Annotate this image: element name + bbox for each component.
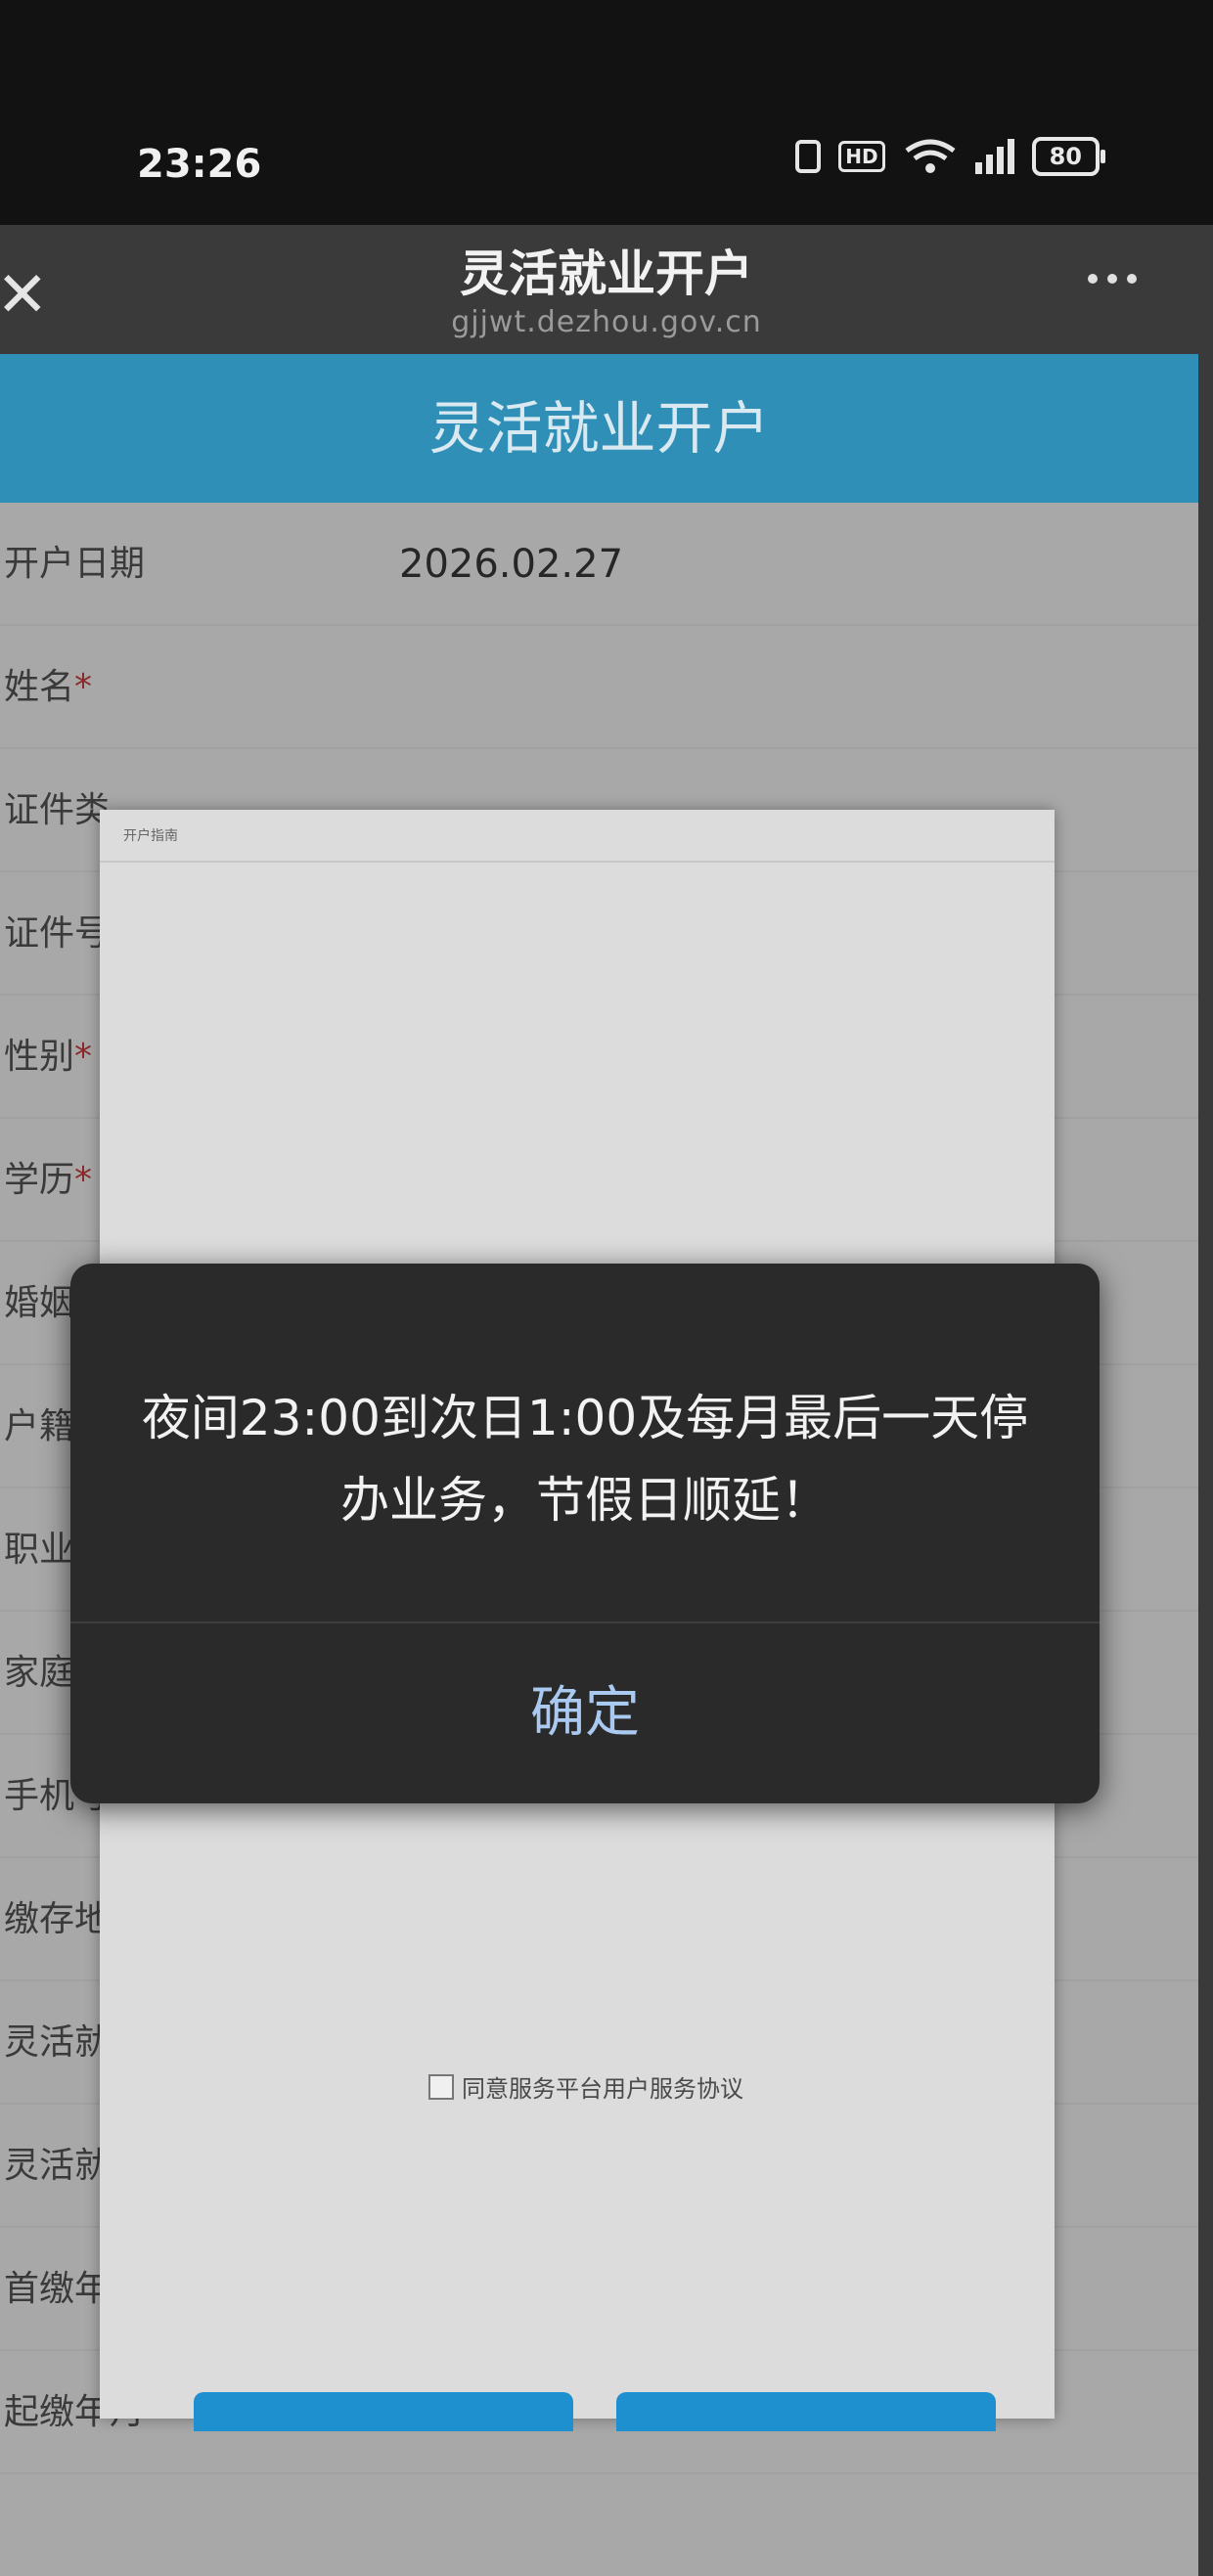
form-label: 缴存地 — [4, 1858, 110, 1981]
form-label: 灵活就 — [4, 2105, 110, 2228]
confirm-button[interactable]: 确定 — [70, 1623, 1100, 1803]
wifi-icon — [905, 139, 956, 173]
form-label: 职业 — [4, 1488, 74, 1612]
required-mark: * — [74, 667, 93, 707]
status-icons: HD 80 — [795, 137, 1106, 176]
form-label: 学历* — [4, 1119, 92, 1242]
form-row[interactable]: 开户日期 2026.02.27 — [0, 503, 1198, 626]
form-label: 首缴年 — [4, 2228, 110, 2351]
form-label-text: 姓名 — [4, 667, 75, 707]
agreement-row[interactable]: 同意服务平台用户服务协议 — [428, 2069, 743, 2104]
form-label: 家庭 — [4, 1612, 74, 1735]
form-label-text: 家庭 — [4, 1653, 75, 1693]
form-label: 灵活就 — [4, 1981, 110, 2105]
page-header: 灵活就业开户 — [0, 354, 1198, 503]
form-label-text: 职业 — [4, 1530, 75, 1570]
form-label: 婚姻 — [4, 1242, 74, 1365]
form-label: 姓名* — [4, 626, 92, 749]
form-label: 证件类 — [4, 749, 110, 872]
form-value[interactable]: 2026.02.27 — [399, 503, 623, 626]
form-label-text: 户籍 — [4, 1406, 75, 1446]
required-mark: * — [74, 1037, 93, 1077]
form-label-text: 灵活就 — [4, 2146, 111, 2186]
form-label-text: 学历 — [4, 1160, 75, 1200]
form-row[interactable]: 姓名* — [0, 626, 1198, 749]
form-label-text: 性别 — [4, 1037, 75, 1077]
status-bar: 23:26 HD 80 — [0, 0, 1213, 225]
battery-icon: 80 — [1031, 137, 1106, 176]
alert-dialog: 夜间23:00到次日1:00及每月最后一天停办业务，节假日顺延！ 确定 — [70, 1264, 1100, 1803]
required-mark: * — [74, 1160, 93, 1200]
signal-icon — [974, 139, 1014, 174]
form-label: 证件号 — [4, 872, 110, 996]
form-label-text: 证件类 — [4, 790, 111, 830]
form-label-text: 证件号 — [4, 913, 111, 954]
form-label: 性别* — [4, 996, 92, 1119]
sheet-header: 开户指南 — [100, 810, 1055, 863]
agree-checkbox[interactable] — [428, 2073, 454, 2100]
form-label-text: 灵活就 — [4, 2022, 111, 2063]
hd-icon: HD — [838, 141, 885, 172]
dialog-message: 夜间23:00到次日1:00及每月最后一天停办业务，节假日顺延！ — [141, 1390, 1029, 1529]
more-icon[interactable] — [1088, 274, 1137, 284]
form-label-text: 婚姻 — [4, 1283, 75, 1323]
vibrate-icon — [795, 140, 822, 173]
form-label-text: 首缴年 — [4, 2269, 111, 2309]
nav-title: 灵活就业开户 — [460, 245, 753, 302]
sheet-button-right[interactable] — [616, 2392, 996, 2431]
sheet-button-left[interactable] — [194, 2392, 573, 2431]
form-label: 开户日期 — [4, 503, 145, 626]
form-label: 户籍 — [4, 1365, 74, 1488]
agree-label: 同意服务平台用户服务协议 — [462, 2075, 743, 2103]
nav-url: gjjwt.dezhou.gov.cn — [451, 305, 762, 339]
form-label-text: 缴存地 — [4, 1899, 111, 1939]
status-time: 23:26 — [137, 142, 262, 187]
form-label-text: 开户日期 — [4, 544, 146, 584]
